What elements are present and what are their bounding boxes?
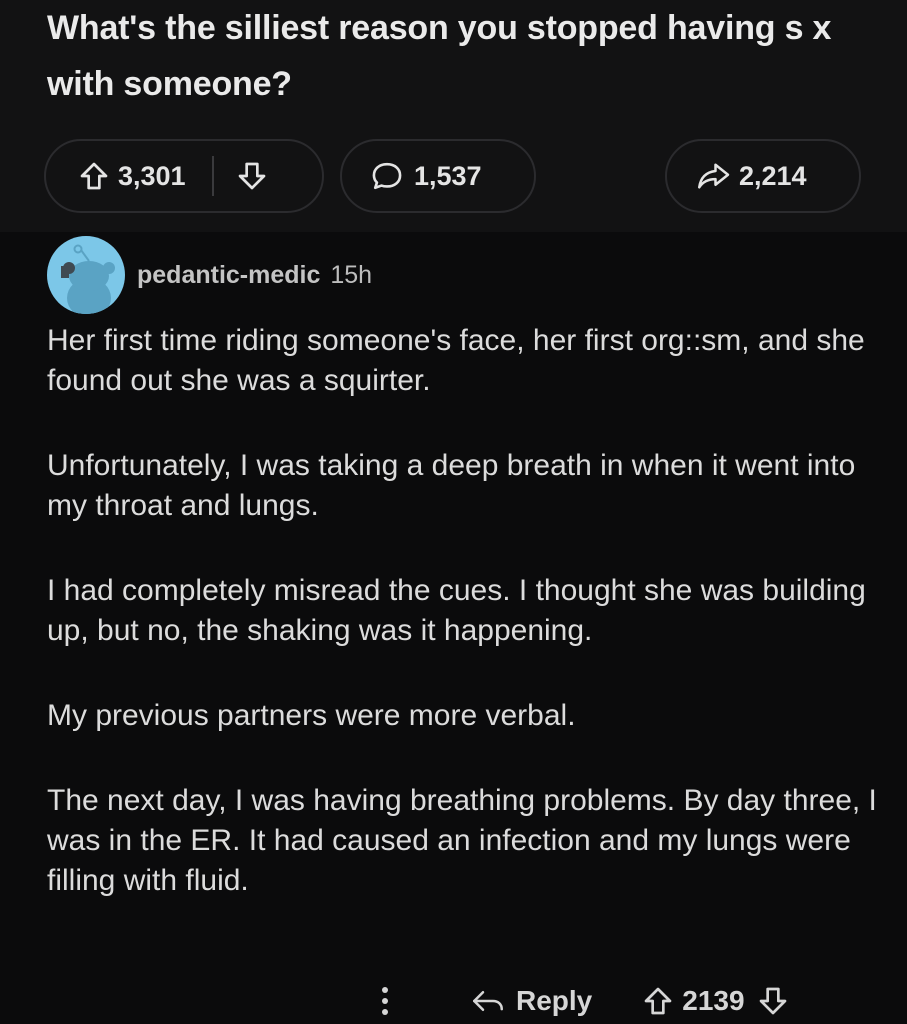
downvote-arrow-icon[interactable] — [236, 160, 268, 192]
comment-author[interactable]: pedantic-medic — [137, 261, 320, 290]
share-arrow-icon — [695, 161, 731, 191]
reply-arrow-icon[interactable] — [470, 986, 506, 1016]
post-header: What's the silliest reason you stopped h… — [0, 0, 907, 232]
comment-vote-count: 2139 — [682, 985, 745, 1016]
snoo-avatar-icon — [61, 244, 115, 314]
comment-paragraph: Unfortunately, I was taking a deep breat… — [47, 449, 856, 522]
vote-bar: 3,301 — [44, 139, 324, 213]
comment-body: Her first time riding someone's face, he… — [47, 321, 877, 946]
comment-bubble-icon — [370, 160, 404, 192]
comment-author-row: pedantic-medic 15h — [47, 236, 372, 314]
comment-paragraph: I had completely misread the cues. I tho… — [47, 574, 866, 647]
post-title: What's the silliest reason you stopped h… — [47, 9, 832, 103]
more-options-icon[interactable] — [380, 984, 390, 1018]
comment-count: 1,537 — [414, 160, 482, 191]
avatar[interactable] — [47, 236, 125, 314]
upvote-arrow-icon[interactable] — [78, 160, 110, 192]
upvote-count: 3,301 — [118, 160, 186, 191]
comment-paragraph: Her first time riding someone's face, he… — [47, 324, 865, 397]
comment-actions: Reply 2139 — [380, 978, 789, 1024]
comment-paragraph: The next day, I was having breathing pro… — [47, 784, 877, 897]
vote-divider — [211, 156, 214, 196]
comment-timestamp: 15h — [330, 260, 373, 289]
share-count: 2,214 — [739, 160, 807, 191]
upvote-arrow-icon[interactable] — [642, 985, 674, 1017]
comment-paragraph: My previous partners were more verbal. — [47, 699, 576, 732]
reply-button[interactable]: Reply — [516, 985, 592, 1017]
comments-button[interactable]: 1,537 — [340, 139, 536, 213]
downvote-arrow-icon[interactable] — [757, 985, 789, 1017]
share-button[interactable]: 2,214 — [665, 139, 861, 213]
